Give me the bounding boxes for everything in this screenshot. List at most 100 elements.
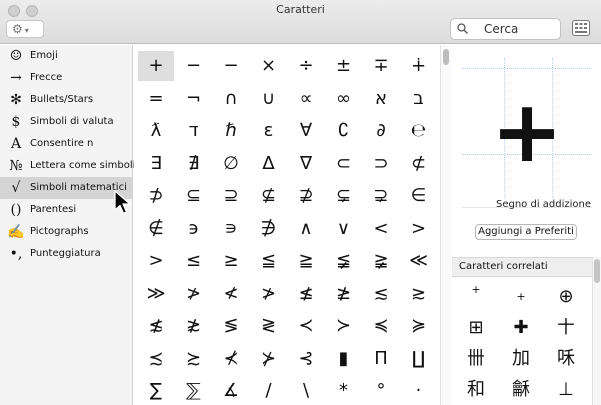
character-cell[interactable]: ∌ [251,214,287,244]
character-cell[interactable]: ∨ [326,214,362,244]
character-cell[interactable]: ∅ [213,149,249,179]
character-cell[interactable]: / [251,376,287,405]
sidebar-item-letterlike[interactable]: A Consentire n [0,133,133,155]
character-cell[interactable]: ≽ [401,311,437,341]
character-cell[interactable]: ∁ [326,116,362,146]
character-cell[interactable]: ≼ [363,311,399,341]
character-cell[interactable]: > [138,246,174,276]
character-cell[interactable]: ≳ [401,279,437,309]
character-cell[interactable]: ≲ [363,279,399,309]
character-cell[interactable]: ≥ [213,246,249,276]
character-cell[interactable]: ∀ [288,116,324,146]
keyboard-viewer-icon[interactable] [572,20,590,36]
character-cell[interactable]: ⊈ [251,181,287,211]
character-cell[interactable]: \ [288,376,324,405]
character-cell[interactable]: ⊂ [326,149,362,179]
character-cell[interactable]: ⊋ [363,181,399,211]
character-cell[interactable]: ∔ [401,51,437,81]
character-cell[interactable]: ∈ [401,181,437,211]
character-cell[interactable]: ± [326,51,362,81]
character-cell[interactable]: − [176,51,212,81]
character-cell[interactable]: ⊃ [363,149,399,179]
grid-scrollbar[interactable] [440,45,451,405]
character-cell[interactable]: ≿ [176,344,212,374]
character-cell[interactable]: ∆ [251,149,287,179]
character-cell[interactable]: ≺ [288,311,324,341]
character-cell[interactable]: ≻ [326,311,362,341]
character-cell[interactable]: ∩ [213,84,249,114]
character-cell[interactable]: ≯ [176,279,212,309]
character-cell[interactable]: ≱ [326,279,362,309]
character-cell[interactable]: ≾ [138,344,174,374]
character-cell[interactable]: ≷ [251,311,287,341]
character-cell[interactable]: ⊆ [176,181,212,211]
character-cell[interactable]: ⊁ [251,344,287,374]
character-cell[interactable]: ⅀ [176,376,212,405]
sidebar-item-emoji[interactable]: ☺ Emoji [0,45,133,67]
character-cell[interactable]: ℏ [213,116,249,146]
character-cell[interactable]: ° [363,376,399,405]
character-cell[interactable]: ⊊ [326,181,362,211]
sidebar-item-bullets-stars[interactable]: ✻ Bullets/Stars [0,89,133,111]
character-cell[interactable]: ≧ [288,246,324,276]
related-character-cell[interactable]: ⊞ [454,312,498,343]
character-cell[interactable]: ÷ [288,51,324,81]
related-character-cell[interactable]: ✚ [499,312,543,343]
character-cell[interactable]: ∡ [213,376,249,405]
character-cell[interactable]: ≤ [176,246,212,276]
sidebar-item-arrows[interactable]: → Frecce [0,67,133,89]
add-to-favorites-button[interactable]: Aggiungi a Preferiti [475,224,577,240]
related-character-cell[interactable]: ⊥ [544,374,588,405]
character-cell[interactable]: ∃ [138,149,174,179]
character-cell[interactable]: Π [363,344,399,374]
sidebar-item-letter-symbols[interactable]: № Lettera come simboli [0,155,135,177]
character-cell[interactable]: ≦ [251,246,287,276]
action-menu-button[interactable]: ⚙ ▾ [6,20,44,38]
character-cell[interactable]: ≵ [176,311,212,341]
character-cell[interactable]: ≯ [251,279,287,309]
character-cell[interactable]: ∑ [138,376,174,405]
character-cell[interactable]: = [138,84,174,114]
character-cell[interactable]: ≨ [326,246,362,276]
search-field[interactable]: Cerca [450,18,561,40]
related-character-cell[interactable]: 咊 [544,343,588,374]
character-cell[interactable]: ∪ [251,84,287,114]
character-cell[interactable]: ƛ [138,116,174,146]
related-character-cell[interactable]: 加 [499,343,543,374]
character-cell[interactable]: · [401,376,437,405]
character-cell[interactable]: ≪ [401,246,437,276]
related-character-cell[interactable]: 龢 [499,374,543,405]
character-cell[interactable]: ∍ [213,214,249,244]
character-cell[interactable]: ≰ [288,279,324,309]
related-character-cell[interactable]: + [454,274,498,305]
character-cell[interactable]: ≩ [363,246,399,276]
character-cell[interactable]: א [363,84,399,114]
character-cell[interactable]: ¬ [176,84,212,114]
character-cell[interactable]: − [213,51,249,81]
character-cell[interactable]: < [363,214,399,244]
character-cell[interactable]: ≫ [138,279,174,309]
character-cell[interactable]: ⊰ [288,344,324,374]
character-cell[interactable]: + [138,51,174,81]
character-cell[interactable]: ∓ [363,51,399,81]
character-cell[interactable]: ∐ [401,344,437,374]
related-character-cell[interactable]: ⊕ [544,281,588,312]
related-character-cell[interactable]: 〸 [544,312,588,343]
related-character-cell[interactable]: 和 [454,374,498,405]
scroll-thumb[interactable] [443,49,449,65]
character-cell[interactable]: × [251,51,287,81]
related-character-cell[interactable]: + [499,281,543,312]
character-cell[interactable]: ∞ [326,84,362,114]
character-cell[interactable]: ⊀ [213,344,249,374]
character-cell[interactable]: ∇ [288,149,324,179]
sidebar-item-currency[interactable]: $ Simboli di valuta [0,111,133,133]
character-cell[interactable]: ▮ [326,344,362,374]
character-cell[interactable]: ≶ [213,311,249,341]
character-cell[interactable]: ∧ [288,214,324,244]
related-character-cell[interactable]: 卌 [454,343,498,374]
character-cell[interactable]: ⊇ [213,181,249,211]
character-cell[interactable]: ℮ [401,116,437,146]
character-cell[interactable]: ד [176,116,212,146]
character-cell[interactable]: ≮ [213,279,249,309]
sidebar-item-punctuation[interactable]: •, Punteggiatura [0,243,133,265]
